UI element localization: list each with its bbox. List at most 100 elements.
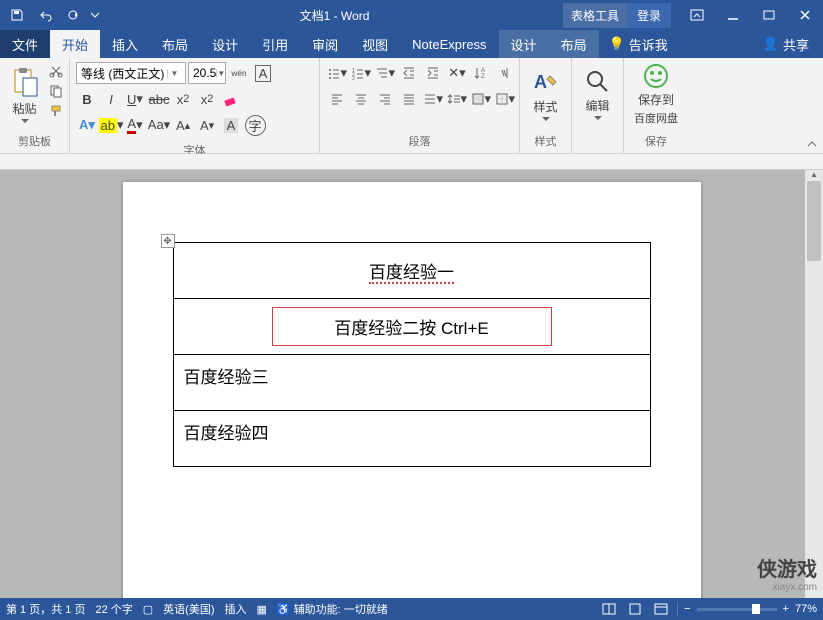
svg-text:Z: Z	[481, 74, 485, 80]
qat-customize[interactable]	[88, 3, 102, 27]
baidu-group-label: 保存	[628, 131, 684, 151]
status-page[interactable]: 第 1 页，共 1 页	[6, 601, 85, 617]
font-size-select[interactable]: 20.5▼	[188, 62, 226, 84]
line-spacing-button[interactable]: ▾	[446, 88, 468, 110]
lightbulb-icon: 💡	[609, 36, 625, 52]
subscript-button[interactable]: x2	[172, 88, 194, 110]
svg-text:A: A	[534, 72, 547, 92]
clear-format-button[interactable]	[220, 88, 242, 110]
zoom-in-button[interactable]: +	[783, 603, 789, 615]
increase-indent-button[interactable]	[422, 62, 444, 84]
watermark: 侠游戏 xiayx.com	[757, 558, 817, 594]
ruler[interactable]	[0, 154, 823, 170]
text-effects-button[interactable]: A▾	[76, 114, 98, 136]
selected-text-box[interactable]: 百度经验二按 Ctrl+E	[272, 307, 552, 346]
bold-button[interactable]: B	[76, 88, 98, 110]
redo-button[interactable]	[60, 3, 86, 27]
status-language[interactable]: 英语(美国)	[163, 601, 214, 617]
paste-button[interactable]: 粘贴	[4, 60, 45, 128]
styles-button[interactable]: A 样式	[524, 60, 567, 128]
macro-icon[interactable]: ▦	[257, 603, 267, 616]
zoom-slider[interactable]	[697, 608, 777, 611]
minimize-button[interactable]	[715, 0, 751, 30]
share-icon: 👤	[763, 36, 779, 52]
ribbon-display-options[interactable]	[679, 0, 715, 30]
multilevel-list-button[interactable]: ▾	[374, 62, 396, 84]
character-border-button[interactable]: A	[252, 62, 274, 84]
align-left-button[interactable]	[326, 88, 348, 110]
cut-button[interactable]	[47, 62, 65, 80]
document-table[interactable]: 百度经验一 百度经验二按 Ctrl+E 百度经验三 百度经验四	[173, 242, 651, 467]
read-mode-button[interactable]	[599, 601, 619, 617]
sort-button[interactable]: AZ	[470, 62, 492, 84]
undo-button[interactable]	[32, 3, 58, 27]
copy-button[interactable]	[47, 82, 65, 100]
baidu-save-button[interactable]: 保存到 百度网盘	[628, 60, 684, 128]
align-right-button[interactable]	[374, 88, 396, 110]
table-cell-2: 百度经验二按 Ctrl+E	[173, 299, 650, 355]
highlight-button[interactable]: ab▾	[100, 114, 122, 136]
numbering-button[interactable]: 123▾	[350, 62, 372, 84]
editing-group-label	[576, 135, 619, 151]
tab-references[interactable]: 引用	[250, 30, 300, 58]
tab-table-design[interactable]: 设计	[499, 30, 549, 58]
vertical-scrollbar[interactable]: ▲	[805, 170, 823, 598]
format-painter-button[interactable]	[47, 102, 65, 120]
shrink-font-icon[interactable]: A▾	[196, 114, 218, 136]
change-case-button[interactable]: Aa▾	[148, 114, 170, 136]
superscript-button[interactable]: x2	[196, 88, 218, 110]
clipboard-group-label: 剪贴板	[4, 131, 65, 151]
tab-view[interactable]: 视图	[350, 30, 400, 58]
spell-check-icon[interactable]: ▢	[143, 603, 153, 616]
font-name-select[interactable]: 等线 (西文正文)▼	[76, 62, 186, 84]
table-cell-1: 百度经验一	[173, 243, 650, 299]
tab-noteexpress[interactable]: NoteExpress	[400, 30, 498, 58]
strikethrough-button[interactable]: abc	[148, 88, 170, 110]
justify-button[interactable]	[398, 88, 420, 110]
save-button[interactable]	[4, 3, 30, 27]
font-color-button[interactable]: A▾	[124, 114, 146, 136]
align-center-button[interactable]	[350, 88, 372, 110]
zoom-out-button[interactable]: −	[684, 603, 690, 615]
grow-font-icon[interactable]: A▴	[172, 114, 194, 136]
tab-design[interactable]: 设计	[200, 30, 250, 58]
italic-button[interactable]: I	[100, 88, 122, 110]
maximize-button[interactable]	[751, 0, 787, 30]
print-layout-button[interactable]	[625, 601, 645, 617]
styles-group-label: 样式	[524, 131, 567, 151]
underline-button[interactable]: U▾	[124, 88, 146, 110]
status-words[interactable]: 22 个字	[95, 601, 132, 617]
share-button[interactable]: 👤 共享	[749, 30, 823, 58]
window-title: 文档1 - Word	[106, 7, 563, 24]
tab-home[interactable]: 开始	[50, 30, 100, 58]
status-accessibility[interactable]: ♿ 辅助功能: 一切就绪	[277, 601, 388, 617]
borders-button[interactable]: ▾	[494, 88, 516, 110]
svg-text:3: 3	[352, 76, 355, 80]
tab-layout[interactable]: 布局	[150, 30, 200, 58]
paragraph-group-label: 段落	[324, 131, 515, 151]
document-page[interactable]: ✥ 百度经验一 百度经验二按 Ctrl+E 百度经验三 百度经验四	[123, 182, 701, 598]
tab-review[interactable]: 审阅	[300, 30, 350, 58]
grow-font-button[interactable]: wén	[228, 62, 250, 84]
table-move-handle[interactable]: ✥	[161, 234, 175, 248]
asian-layout-button[interactable]: ✕▾	[446, 62, 468, 84]
shading-button[interactable]: ▾	[470, 88, 492, 110]
close-button[interactable]	[787, 0, 823, 30]
enclose-char-button[interactable]: 字	[244, 114, 266, 136]
status-insert-mode[interactable]: 插入	[225, 601, 247, 617]
scroll-thumb[interactable]	[807, 181, 821, 261]
login-button[interactable]: 登录	[627, 3, 671, 28]
tab-table-layout[interactable]: 布局	[549, 30, 599, 58]
bullets-button[interactable]: ▾	[326, 62, 348, 84]
tell-me-search[interactable]: 💡 告诉我	[599, 30, 678, 58]
show-marks-button[interactable]	[494, 62, 516, 84]
decrease-indent-button[interactable]	[398, 62, 420, 84]
editing-button[interactable]: 编辑	[576, 60, 619, 128]
distribute-button[interactable]: ▾	[422, 88, 444, 110]
web-layout-button[interactable]	[651, 601, 671, 617]
collapse-ribbon-button[interactable]	[805, 137, 819, 151]
zoom-level[interactable]: 77%	[795, 603, 817, 615]
character-shading-button[interactable]: A	[220, 114, 242, 136]
tab-file[interactable]: 文件	[0, 30, 50, 58]
tab-insert[interactable]: 插入	[100, 30, 150, 58]
